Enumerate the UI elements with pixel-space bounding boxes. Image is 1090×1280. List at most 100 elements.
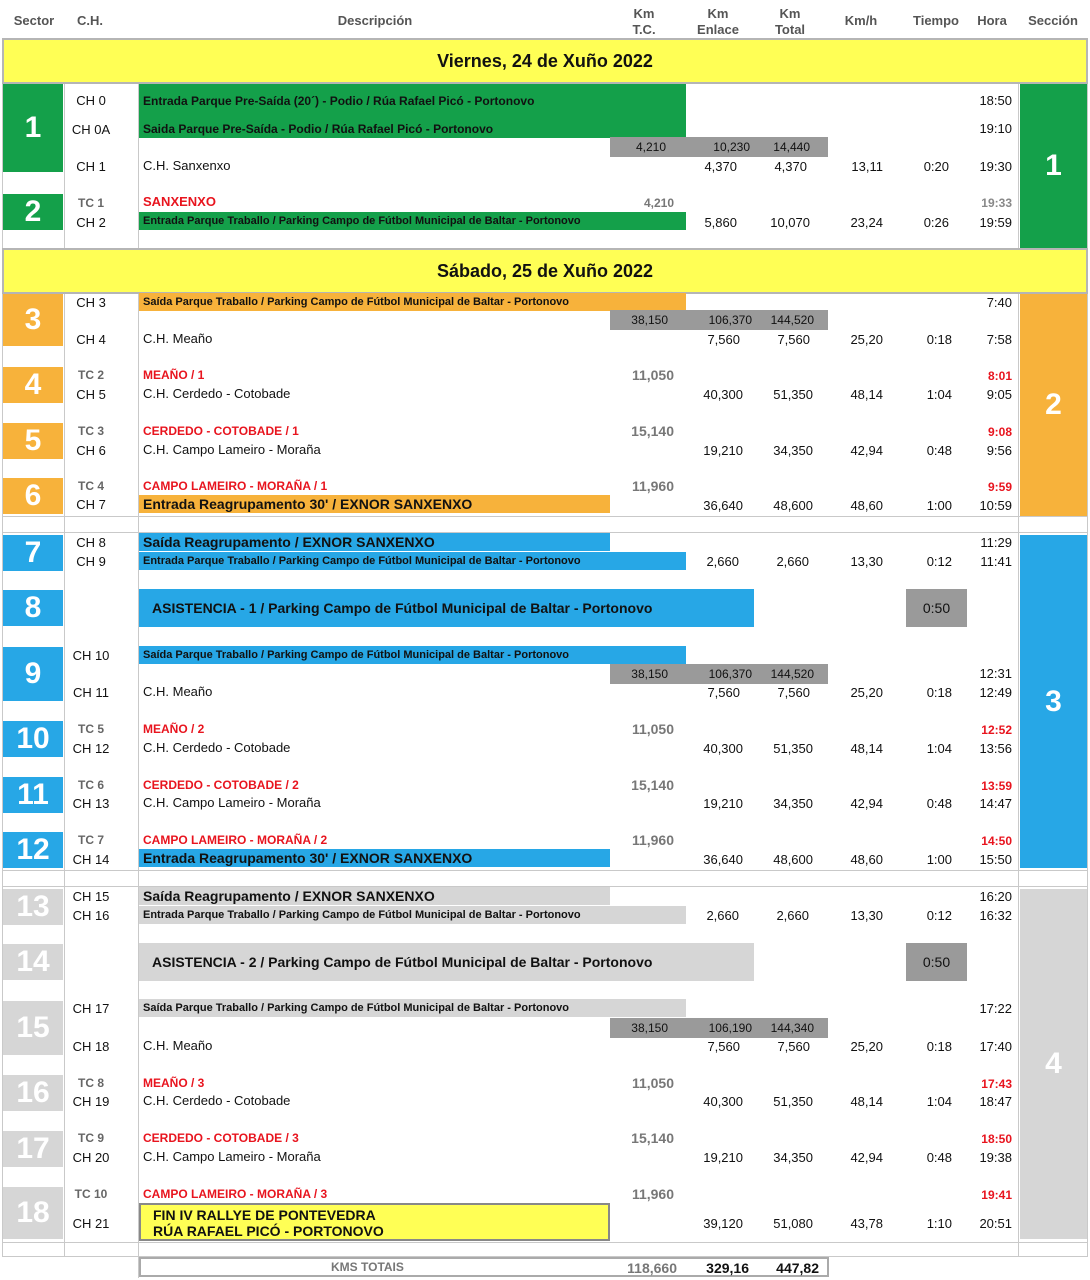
tiempo: 1:04 — [926, 741, 952, 756]
sector-box: 13 — [3, 889, 63, 925]
hora: 20:51 — [979, 1216, 1012, 1231]
header-ch: C.H. — [77, 13, 103, 28]
stage-name: CAMPO LAMEIRO - MORAÑA / 3 — [143, 1187, 328, 1201]
km-enlace: 2,660 — [706, 554, 739, 569]
ch-code: CH 7 — [76, 497, 106, 512]
subtotal-total: 14,440 — [773, 140, 810, 154]
sector-box: 6 — [3, 478, 63, 514]
hora: 9:56 — [986, 443, 1012, 458]
hora: 19:30 — [979, 159, 1012, 174]
kmh: 48,14 — [850, 387, 883, 402]
stage-name: CAMPO LAMEIRO - MORAÑA / 1 — [143, 479, 328, 493]
hora: 13:56 — [979, 741, 1012, 756]
totals-enlace: 329,16 — [706, 1260, 749, 1276]
tiempo: 0:20 — [923, 159, 949, 174]
km-total: 34,350 — [773, 1150, 813, 1165]
tiempo: 0:26 — [923, 215, 949, 230]
subtotal-bar: 38,150 106,370 144,520 — [610, 664, 828, 684]
sector-box: 18 — [3, 1187, 63, 1239]
header-km-tc-l2: T.C. — [632, 22, 656, 37]
header-kmh: Km/h — [844, 13, 878, 28]
header-tiempo: Tiempo — [913, 13, 959, 28]
tiempo: 0:18 — [926, 1039, 952, 1054]
km-enlace: 7,560 — [707, 1039, 740, 1054]
stage-name: CERDEDO - COTOBADE / 2 — [143, 778, 299, 792]
ch-code: CH 18 — [72, 1039, 110, 1054]
description-cell: Entrada Parque Traballo / Parking Campo … — [139, 212, 686, 230]
subtotal-tc: 38,150 — [631, 1021, 668, 1035]
tc-code: TC 4 — [77, 479, 104, 493]
km-total: 10,070 — [770, 215, 810, 230]
ch-code: CH 21 — [72, 1216, 110, 1231]
description-cell: C.H. Meaño — [143, 1038, 213, 1053]
header-seccion: Sección — [1028, 13, 1078, 28]
subtotal-enlace: 106,190 — [708, 1021, 752, 1035]
totals-total: 447,82 — [776, 1260, 819, 1276]
description-cell: C.H. Campo Lameiro - Moraña — [143, 1149, 321, 1164]
km-enlace: 5,860 — [704, 215, 737, 230]
header-descripcion: Descripción — [337, 13, 413, 28]
sector-box: 2 — [3, 194, 63, 230]
description-cell: C.H. Campo Lameiro - Moraña — [143, 442, 321, 457]
hora: 9:05 — [986, 387, 1012, 402]
km-total: 7,560 — [777, 332, 810, 347]
sector-box: 16 — [3, 1075, 63, 1111]
finish-line-1: FIN IV RALLYE DE PONTEVEDRA — [153, 1207, 376, 1223]
tiempo: 0:48 — [926, 1150, 952, 1165]
kmh: 43,78 — [850, 1216, 883, 1231]
ch-code: CH 8 — [76, 535, 106, 550]
stage-name: MEAÑO / 1 — [143, 368, 205, 382]
hora: 11:29 — [980, 535, 1012, 550]
day-header: Sábado, 25 de Xuño 2022 — [2, 248, 1088, 294]
stage-name: CERDEDO - COTOBADE / 3 — [143, 1131, 299, 1145]
header-hora: Hora — [977, 13, 1007, 28]
hora: 11:41 — [980, 554, 1012, 569]
ch-code: CH 9 — [76, 554, 106, 569]
kmh: 48,60 — [850, 498, 883, 513]
section-box: 2 — [1020, 294, 1087, 516]
stage-name: MEAÑO / 3 — [143, 1076, 205, 1090]
stage-name: CAMPO LAMEIRO - MORAÑA / 2 — [143, 833, 328, 847]
km-enlace: 7,560 — [707, 685, 740, 700]
description-cell: Entrada Reagrupamento 30' / EXNOR SANXEN… — [139, 495, 610, 513]
section-box: 3 — [1020, 535, 1087, 868]
hora: 19:41 — [981, 1188, 1012, 1202]
ch-code: CH 0A — [71, 122, 111, 137]
kmh: 13,30 — [850, 554, 883, 569]
sector-box: 3 — [3, 294, 63, 346]
hora: 19:59 — [979, 215, 1012, 230]
description-cell: Saída Reagrupamento / EXNOR SANXENXO — [139, 887, 610, 905]
stage-name: CERDEDO - COTOBADE / 1 — [143, 424, 299, 438]
header-sector: Sector — [13, 13, 55, 28]
km-enlace: 40,300 — [703, 741, 743, 756]
kmh: 25,20 — [850, 1039, 883, 1054]
asistencia-time: 0:50 — [906, 943, 967, 981]
km-total: 34,350 — [773, 796, 813, 811]
section-box: 1 — [1020, 84, 1087, 248]
km-total: 34,350 — [773, 443, 813, 458]
header-km-total-l1: Km — [779, 6, 801, 21]
hora: 14:47 — [979, 796, 1012, 811]
sector-box: 14 — [3, 944, 63, 980]
sector-box: 9 — [3, 647, 63, 701]
hora: 7:40 — [986, 295, 1012, 310]
subtotal-bar: 38,150 106,190 144,340 — [610, 1018, 828, 1038]
header-km-tc-l1: Km — [633, 6, 655, 21]
kmh: 13,11 — [851, 159, 883, 174]
sector-box: 8 — [3, 590, 63, 626]
kmh: 13,30 — [850, 908, 883, 923]
tc-code: TC 2 — [77, 368, 104, 382]
subtotal-tc: 38,150 — [631, 313, 668, 327]
subtotal-total: 144,520 — [770, 313, 814, 327]
hora: 9:08 — [987, 425, 1012, 439]
km-total: 51,350 — [773, 1094, 813, 1109]
grid-line — [1018, 38, 1019, 1256]
hora: 8:01 — [987, 369, 1012, 383]
header-km-tc: Km T.C. — [612, 6, 676, 38]
ch-code: CH 2 — [76, 215, 106, 230]
km-total: 48,600 — [773, 498, 813, 513]
tc-code: TC 10 — [74, 1187, 108, 1201]
hora: 18:47 — [979, 1094, 1012, 1109]
hora: 9:59 — [987, 480, 1012, 494]
stage-name: MEAÑO / 2 — [143, 722, 205, 736]
